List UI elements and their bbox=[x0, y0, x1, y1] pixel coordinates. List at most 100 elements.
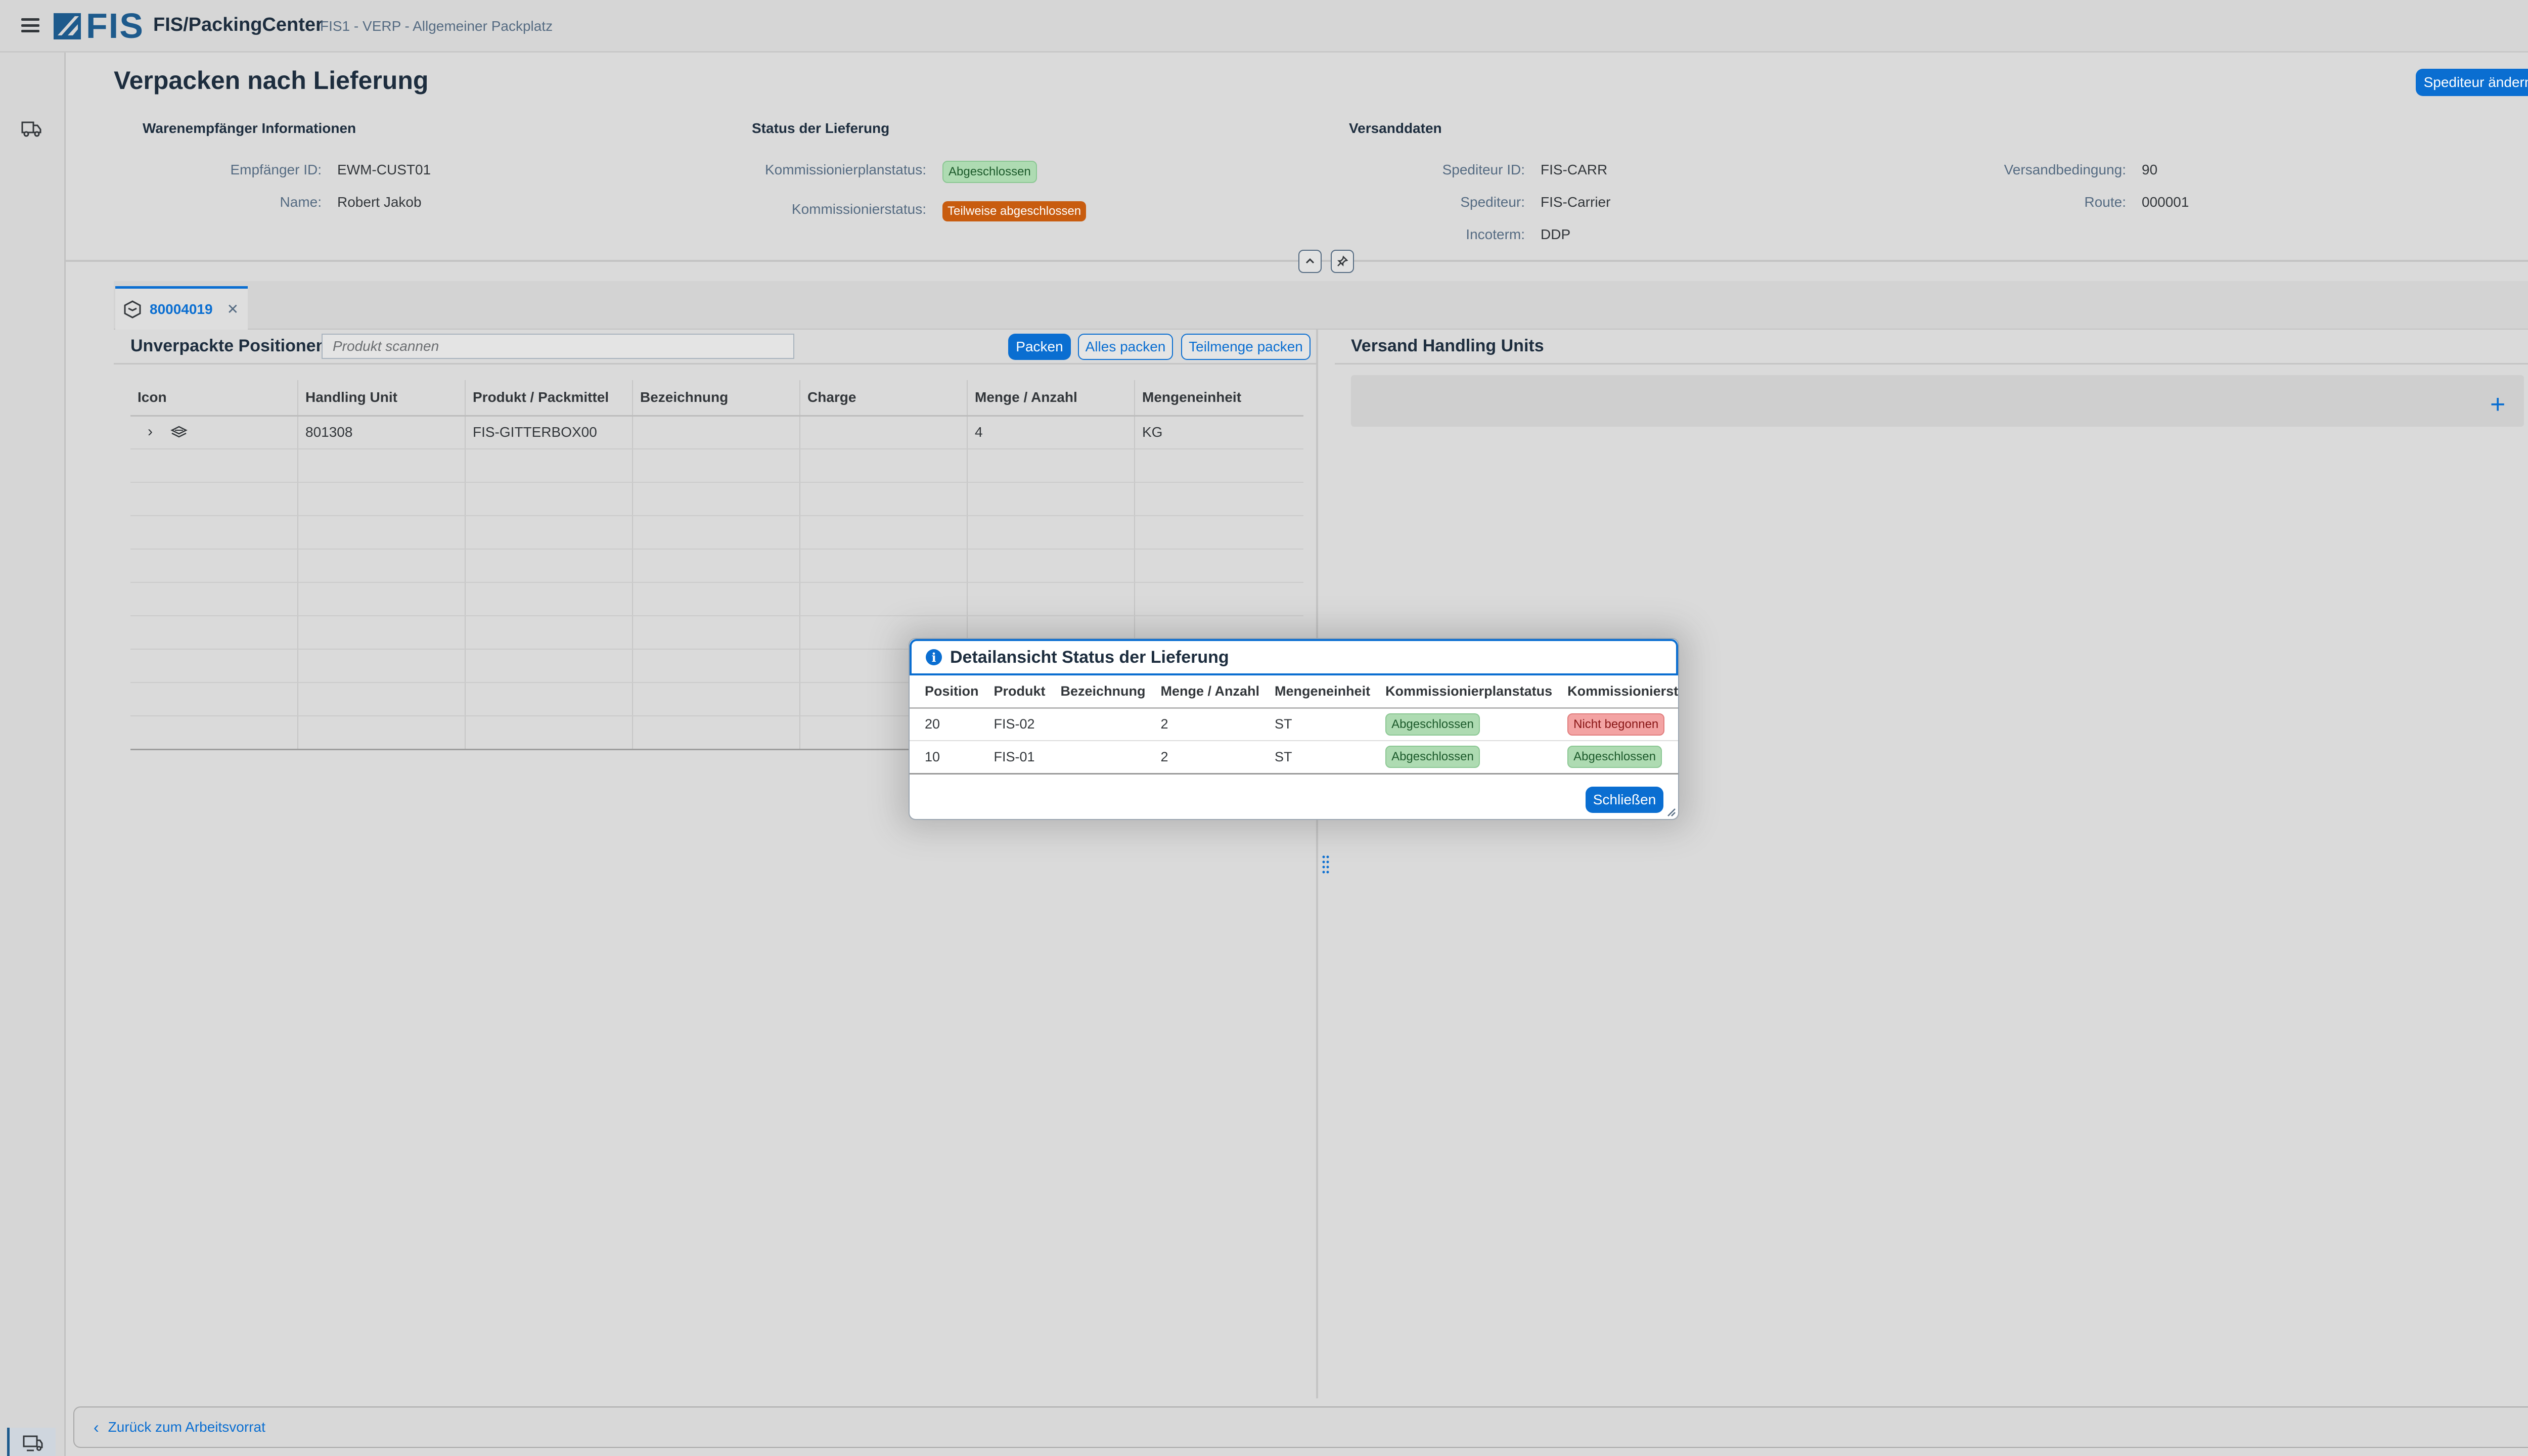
column-header: Kommissionierstatus bbox=[1552, 675, 1678, 709]
unit-cell: ST bbox=[1259, 708, 1371, 741]
table-header-row: Icon Handling Unit Produkt / Packmittel … bbox=[130, 380, 1303, 417]
carrier-id-label: Spediteur ID: bbox=[1442, 162, 1525, 177]
recipient-name-value: Robert Jakob bbox=[337, 194, 422, 210]
shipping-condition-value: 90 bbox=[2142, 162, 2158, 177]
table-row[interactable]: 10 FIS-01 2 ST Abgeschlossen Abgeschloss… bbox=[910, 741, 1678, 775]
empty-row bbox=[130, 516, 1303, 550]
column-header[interactable]: Charge bbox=[800, 380, 968, 417]
column-header[interactable]: Icon bbox=[130, 380, 298, 417]
shell-bar: FIS FIS/PackingCenter FIS1 - VERP - Allg… bbox=[0, 0, 2528, 53]
empty-row bbox=[130, 582, 1303, 616]
shipping-hu-title: Versand Handling Units bbox=[1351, 336, 1544, 355]
change-carrier-button[interactable]: Spediteur ändern bbox=[2416, 69, 2528, 96]
column-header[interactable]: Mengeneinheit bbox=[1135, 380, 1303, 417]
pack-partial-button[interactable]: Teilmenge packen bbox=[1181, 334, 1311, 360]
recipient-name-label: Name: bbox=[280, 194, 322, 210]
status-badge: Abgeschlossen bbox=[1567, 746, 1662, 768]
column-header: Menge / Anzahl bbox=[1145, 675, 1260, 709]
column-header: Position bbox=[910, 675, 979, 709]
delivery-status-section-title: Status der Lieferung bbox=[752, 120, 890, 136]
chevron-left-icon[interactable]: ‹ bbox=[94, 1418, 99, 1437]
handling-unit-cell: 801308 bbox=[298, 416, 466, 449]
close-dialog-button[interactable]: Schließen bbox=[1586, 787, 1663, 813]
table-row[interactable]: 20 FIS-02 2 ST Abgeschlossen Nicht begon… bbox=[910, 708, 1678, 741]
panel-splitter-handle[interactable] bbox=[1322, 854, 1330, 875]
dialog-header: i Detailansicht Status der Lieferung bbox=[910, 639, 1678, 675]
description-cell bbox=[1045, 741, 1146, 775]
back-to-worklist-link[interactable]: Zurück zum Arbeitsvorrat bbox=[108, 1419, 265, 1435]
app-title: FIS/PackingCenter bbox=[153, 14, 323, 35]
pack-all-button[interactable]: Alles packen bbox=[1078, 334, 1173, 360]
batch-cell bbox=[800, 416, 968, 449]
table-row[interactable]: › 801308 FIS-GITTERBOX00 4 KG bbox=[130, 416, 1303, 449]
collapse-header-button[interactable] bbox=[1298, 250, 1322, 273]
recipient-id-value: EWM-CUST01 bbox=[337, 162, 431, 177]
unpacked-positions-title: Unverpackte Positionen bbox=[130, 336, 327, 355]
hamburger-icon[interactable] bbox=[20, 15, 40, 35]
route-label: Route: bbox=[2084, 194, 2127, 210]
column-header[interactable]: Produkt / Packmittel bbox=[465, 380, 633, 417]
package-icon bbox=[124, 300, 141, 318]
fis-logo-icon bbox=[54, 13, 81, 39]
incoterm-label: Incoterm: bbox=[1466, 226, 1525, 242]
position-cell: 20 bbox=[910, 708, 979, 741]
page-title: Verpacken nach Lieferung bbox=[114, 66, 429, 95]
grip-icon bbox=[1322, 855, 1329, 874]
plan-status-cell: Abgeschlossen bbox=[1370, 741, 1553, 775]
quantity-cell: 2 bbox=[1145, 708, 1260, 741]
chevron-up-icon bbox=[1305, 258, 1315, 264]
icon-cell: › bbox=[130, 416, 298, 449]
product-scan-input[interactable]: Produkt scannen bbox=[322, 334, 794, 359]
footer-bar: ‹ Zurück zum Arbeitsvorrat bbox=[73, 1406, 2528, 1448]
logo-text: FIS bbox=[86, 6, 144, 46]
table-header-row: Position Produkt Bezeichnung Menge / Anz… bbox=[910, 675, 1678, 709]
delivery-status-dialog: i Detailansicht Status der Lieferung Pos… bbox=[909, 638, 1679, 820]
position-cell: 10 bbox=[910, 741, 979, 775]
company-logo[interactable]: FIS bbox=[53, 6, 144, 46]
carrier-value: FIS-Carrier bbox=[1541, 194, 1611, 210]
column-header[interactable]: Handling Unit bbox=[298, 380, 466, 417]
tab-label: 80004019 bbox=[150, 301, 213, 317]
column-header: Bezeichnung bbox=[1045, 675, 1146, 709]
pack-button[interactable]: Packen bbox=[1008, 334, 1071, 360]
carrier-id-value: FIS-CARR bbox=[1541, 162, 1608, 177]
description-cell bbox=[1045, 708, 1146, 741]
unit-cell: KG bbox=[1135, 416, 1303, 449]
pin-header-button[interactable] bbox=[1331, 250, 1354, 273]
close-tab-icon[interactable]: ✕ bbox=[227, 301, 239, 317]
panel-separator bbox=[114, 363, 1318, 365]
resize-handle-icon[interactable] bbox=[1665, 806, 1676, 817]
shipping-handling-units-panel bbox=[1335, 330, 2528, 1398]
layers-icon bbox=[170, 426, 188, 437]
carrier-label: Spediteur: bbox=[1460, 194, 1525, 210]
dialog-title: Detailansicht Status der Lieferung bbox=[950, 647, 1229, 667]
column-header: Mengeneinheit bbox=[1259, 675, 1371, 709]
info-icon: i bbox=[926, 649, 942, 665]
column-header: Kommissionierplanstatus bbox=[1370, 675, 1553, 709]
picking-status-badge[interactable]: Teilweise abgeschlossen bbox=[942, 201, 1087, 221]
product-cell: FIS-02 bbox=[978, 708, 1046, 741]
column-header[interactable]: Menge / Anzahl bbox=[967, 380, 1135, 417]
plan-status-cell: Abgeschlossen bbox=[1370, 708, 1553, 741]
picking-plan-status-label: Kommissionierplanstatus: bbox=[764, 162, 926, 177]
add-handling-unit-row bbox=[1351, 375, 2524, 427]
quantity-cell: 4 bbox=[967, 416, 1135, 449]
plus-icon[interactable]: + bbox=[2490, 389, 2505, 420]
unit-cell: ST bbox=[1259, 741, 1371, 775]
expand-row-icon[interactable]: › bbox=[148, 423, 153, 440]
delivery-status-table: Position Produkt Bezeichnung Menge / Anz… bbox=[910, 675, 1678, 775]
recipient-section-title: Warenempfänger Informationen bbox=[143, 120, 356, 136]
tab-80004019[interactable]: 80004019 ✕ bbox=[115, 286, 248, 330]
product-cell: FIS-01 bbox=[978, 741, 1046, 775]
route-value: 000001 bbox=[2142, 194, 2189, 210]
status-badge: Abgeschlossen bbox=[1385, 746, 1480, 768]
description-cell bbox=[633, 416, 800, 449]
truck-monitor-icon[interactable] bbox=[7, 1428, 56, 1456]
side-navigation bbox=[0, 53, 66, 1456]
truck-icon[interactable] bbox=[20, 118, 42, 139]
picking-status-label: Kommissionierstatus: bbox=[791, 201, 926, 217]
header-separator bbox=[66, 260, 2528, 262]
column-header[interactable]: Bezeichnung bbox=[633, 380, 800, 417]
product-cell: FIS-GITTERBOX00 bbox=[465, 416, 633, 449]
status-cell: Abgeschlossen bbox=[1552, 741, 1678, 775]
